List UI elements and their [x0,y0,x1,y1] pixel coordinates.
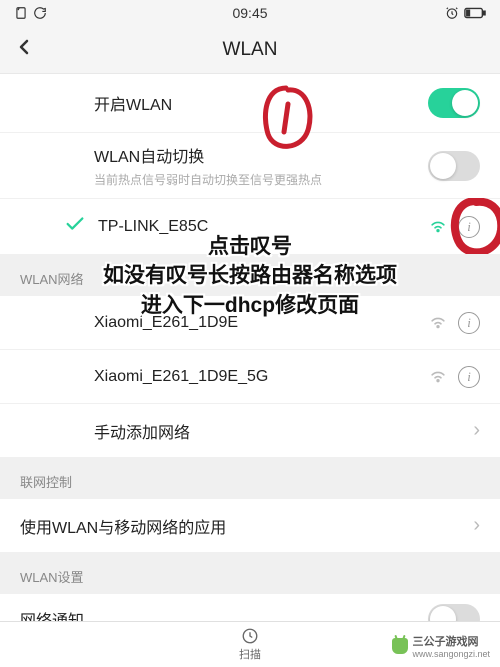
enable-wlan-toggle[interactable] [428,88,480,118]
section-networks: WLAN网络 [0,255,500,296]
row-per-app[interactable]: 使用WLAN与移动网络的应用 › [0,499,500,553]
refresh-icon [33,6,47,20]
network-row[interactable]: Xiaomi_E261_1D9E i [0,296,500,350]
info-icon[interactable]: i [458,312,480,334]
auto-switch-toggle[interactable] [428,151,480,181]
section-joint: 联网控制 [0,458,500,499]
add-network-label: 手动添加网络 [94,419,473,443]
auto-switch-label: WLAN自动切换 [94,143,428,167]
network-row[interactable]: Xiaomi_E261_1D9E_5G i [0,350,500,404]
android-icon [392,638,408,654]
info-icon[interactable]: i [458,216,480,238]
watermark-url: www.sangongzi.net [412,649,490,659]
status-bar: 09:45 [0,0,500,26]
section-settings: WLAN设置 [0,553,500,594]
net-notify-label: 网络通知 [20,607,428,621]
check-icon [64,213,86,240]
row-net-notify[interactable]: 网络通知 [0,594,500,621]
scan-icon [241,627,259,645]
watermark: 三公子游戏网 www.sangongzi.net [388,631,494,661]
back-button[interactable] [12,35,36,64]
chevron-left-icon [12,35,36,59]
wifi-icon [428,364,448,389]
wifi-icon [428,214,448,239]
footer-scan-label: 扫描 [239,646,261,662]
net-notify-toggle[interactable] [428,604,480,621]
network-ssid: Xiaomi_E261_1D9E [94,314,428,332]
row-auto-switch[interactable]: WLAN自动切换 当前热点信号弱时自动切换至信号更强热点 [0,133,500,199]
status-right [445,6,486,20]
enable-wlan-label: 开启WLAN [94,91,428,115]
row-enable-wlan[interactable]: 开启WLAN [0,74,500,133]
connected-ssid: TP-LINK_E85C [98,218,428,236]
sim-icon [14,6,28,20]
row-connected-network[interactable]: TP-LINK_E85C i [0,199,500,255]
battery-icon [464,7,486,19]
status-left [14,6,47,20]
auto-switch-sublabel: 当前热点信号弱时自动切换至信号更强热点 [94,171,428,188]
alarm-icon [445,6,459,20]
page-header: WLAN [0,26,500,74]
wifi-icon [428,310,448,335]
content-scroll[interactable]: 开启WLAN WLAN自动切换 当前热点信号弱时自动切换至信号更强热点 TP-L… [0,74,500,621]
per-app-label: 使用WLAN与移动网络的应用 [20,514,473,538]
network-ssid: Xiaomi_E261_1D9E_5G [94,368,428,386]
page-title: WLAN [223,39,278,61]
row-add-network[interactable]: 手动添加网络 › [0,404,500,458]
chevron-right-icon: › [473,514,480,537]
info-icon[interactable]: i [458,366,480,388]
status-time: 09:45 [232,5,267,21]
chevron-right-icon: › [473,419,480,442]
watermark-brand: 三公子游戏网 [412,633,490,649]
